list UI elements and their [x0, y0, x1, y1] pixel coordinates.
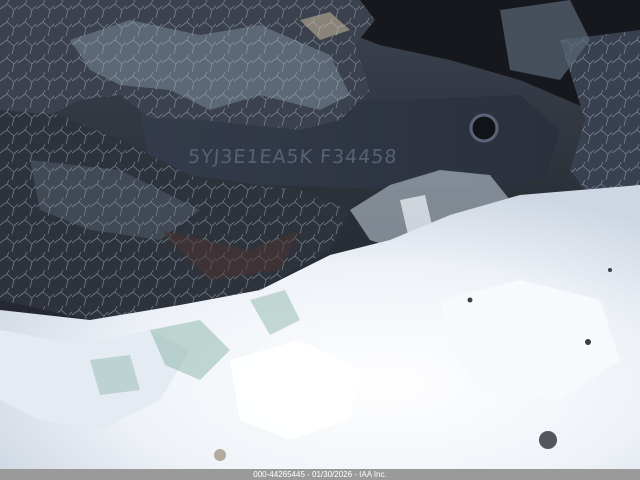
plate-hole: [469, 113, 499, 143]
caption-text: 000-44265445 - 01/30/2026 - IAA Inc.: [253, 470, 387, 479]
vin-plate-text: 5YJ3E1EA5K F34458: [187, 146, 399, 168]
caption-bar: 000-44265445 - 01/30/2026 - IAA Inc.: [0, 469, 640, 480]
photo-scene: [0, 0, 640, 480]
